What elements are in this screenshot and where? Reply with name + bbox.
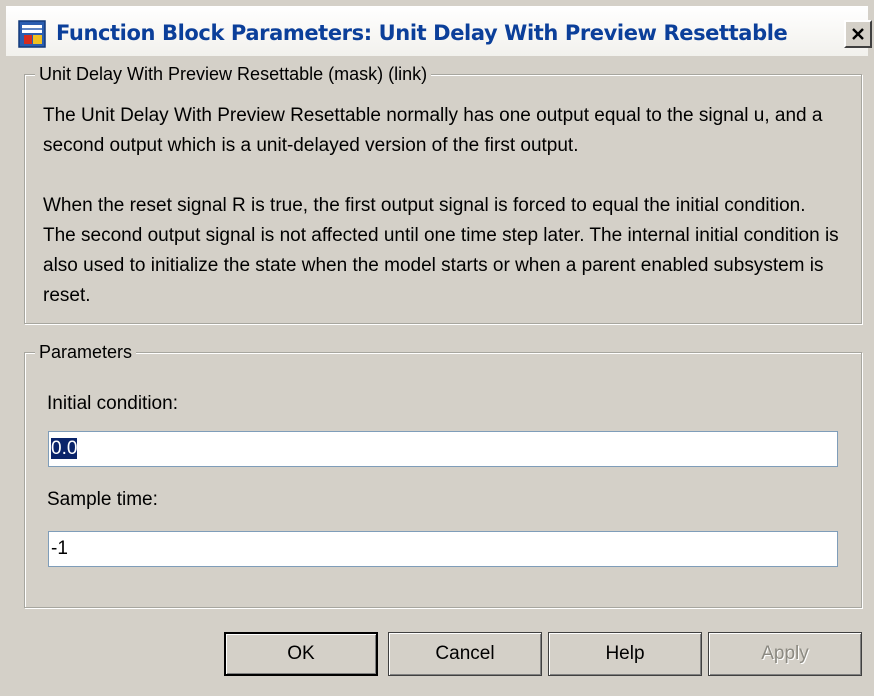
description-legend: Unit Delay With Preview Resettable (mask… bbox=[35, 62, 432, 86]
description-group: Unit Delay With Preview Resettable (mask… bbox=[24, 62, 862, 324]
description-paragraph-1: The Unit Delay With Preview Resettable n… bbox=[43, 105, 823, 156]
sample-time-value: -1 bbox=[51, 538, 68, 559]
initial-condition-input[interactable]: 0.0 bbox=[48, 431, 838, 467]
simulink-block-icon bbox=[18, 20, 46, 48]
description-paragraph-2: When the reset signal R is true, the fir… bbox=[43, 195, 839, 306]
sample-time-input[interactable]: -1 bbox=[48, 531, 838, 567]
sample-time-label: Sample time: bbox=[47, 489, 158, 510]
close-icon bbox=[852, 28, 864, 40]
window-title: Function Block Parameters: Unit Delay Wi… bbox=[56, 21, 788, 45]
title-bar[interactable]: Function Block Parameters: Unit Delay Wi… bbox=[6, 6, 872, 56]
close-button[interactable] bbox=[844, 20, 872, 48]
apply-button[interactable]: Apply bbox=[708, 632, 862, 676]
help-button[interactable]: Help bbox=[548, 632, 702, 676]
cancel-button[interactable]: Cancel bbox=[388, 632, 542, 676]
ok-button[interactable]: OK bbox=[224, 632, 378, 676]
parameters-legend: Parameters bbox=[35, 340, 137, 364]
initial-condition-label: Initial condition: bbox=[47, 393, 178, 414]
initial-condition-value: 0.0 bbox=[51, 438, 78, 459]
parameters-group: Parameters Initial condition: 0.0 Sample… bbox=[24, 340, 862, 608]
function-block-parameters-dialog: Function Block Parameters: Unit Delay Wi… bbox=[0, 0, 874, 696]
